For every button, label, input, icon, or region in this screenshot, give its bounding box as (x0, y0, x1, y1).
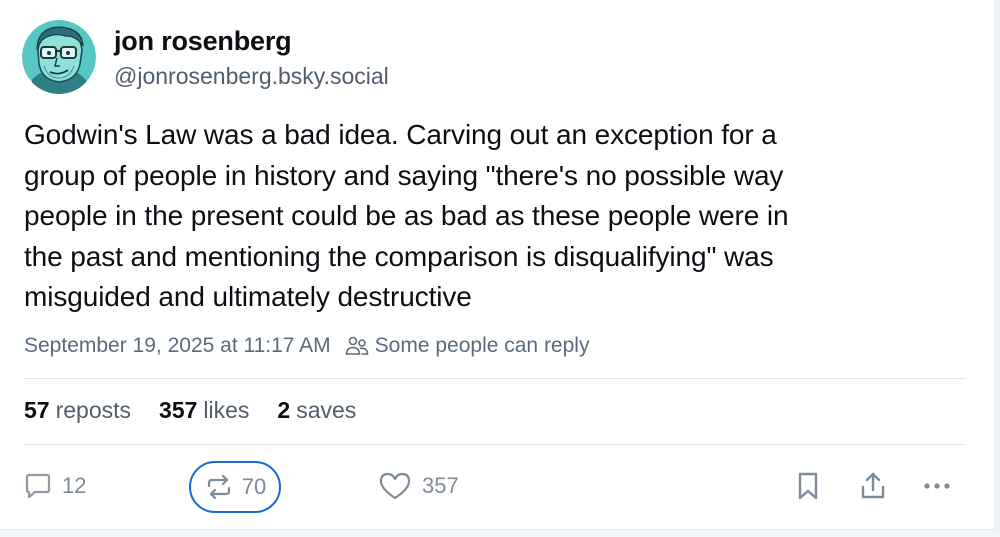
repost-count: 70 (241, 474, 267, 499)
like-count: 357 (422, 473, 459, 498)
reposts-label: reposts (55, 397, 132, 423)
bookmark-icon (798, 472, 818, 500)
reply-button[interactable]: 12 (22, 466, 86, 506)
author-avatar[interactable] (22, 20, 96, 94)
repost-button[interactable]: 70 (189, 461, 281, 513)
window-edge (994, 0, 1000, 537)
share-icon (861, 472, 885, 499)
post-timestamp[interactable]: September 19, 2025 at 11:17 AM (24, 334, 331, 358)
reply-setting-link[interactable]: Some people can reply (375, 334, 590, 358)
bookmark-button[interactable] (794, 466, 822, 506)
post-text: Godwin's Law was a bad idea. Carving out… (24, 119, 789, 312)
like-button[interactable]: 357 (378, 466, 459, 506)
divider (24, 444, 966, 445)
likes-stat[interactable]: 357 likes (159, 397, 249, 424)
saves-label: saves (296, 397, 357, 423)
author-name[interactable]: jon rosenberg (114, 26, 292, 57)
divider (24, 378, 966, 379)
reposts-count: 57 (24, 397, 50, 423)
post-card: jon rosenberg @jonrosenberg.bsky.social … (0, 0, 1000, 537)
more-icon (924, 483, 950, 489)
post-stats: 57 reposts 357 likes 2 saves (24, 397, 384, 424)
reply-count: 12 (62, 473, 87, 498)
repost-icon (207, 474, 230, 500)
likes-label: likes (203, 397, 250, 423)
author-handle[interactable]: @jonrosenberg.bsky.social (114, 63, 389, 90)
window-edge (0, 529, 1000, 537)
heart-icon (379, 472, 411, 500)
cartoon-avatar-icon (22, 20, 96, 94)
saves-stat[interactable]: 2 saves (277, 397, 356, 424)
reposts-stat[interactable]: 57 reposts (24, 397, 131, 424)
reply-icon (25, 473, 51, 499)
more-options-button[interactable] (920, 466, 954, 506)
likes-count: 357 (159, 397, 198, 423)
share-button[interactable] (858, 466, 888, 506)
post-meta: September 19, 2025 at 11:17 AM Some peop… (24, 332, 589, 360)
saves-count: 2 (277, 397, 291, 423)
people-icon (345, 335, 369, 357)
